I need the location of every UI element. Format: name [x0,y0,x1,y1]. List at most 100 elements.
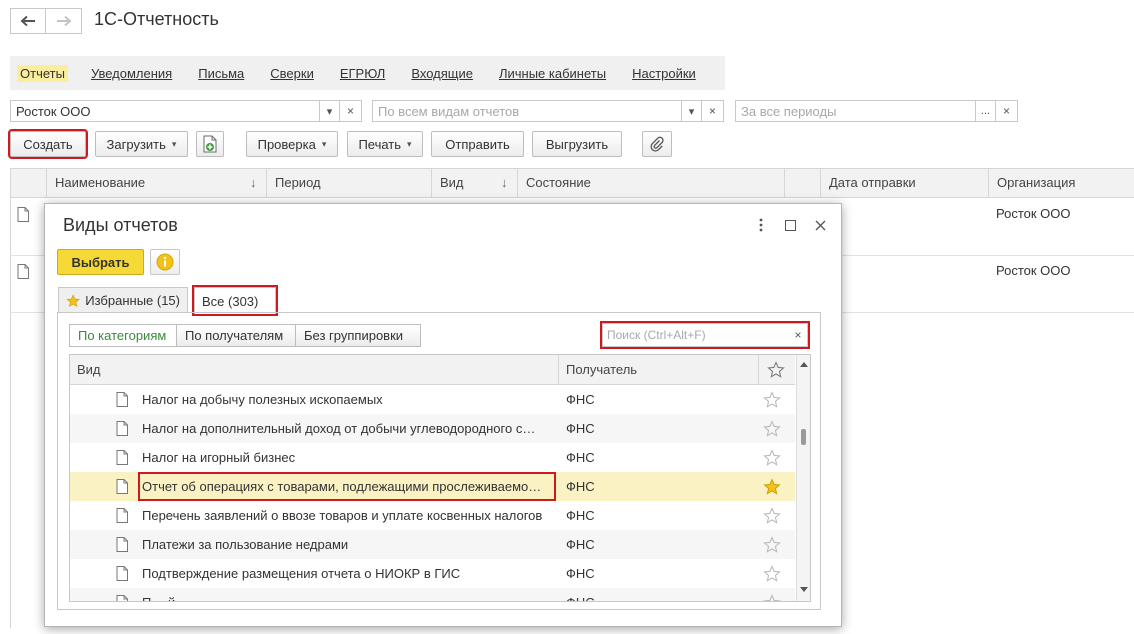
recipient-cell: ФНС [566,508,595,523]
check-button[interactable]: Проверка ▾ [246,131,338,157]
recipient-cell: ФНС [566,537,595,552]
maximize-button[interactable] [781,216,799,234]
period-clear-button[interactable]: × [996,100,1018,122]
tab-all[interactable]: Все (303) [192,285,278,316]
organization-clear-button[interactable]: × [340,100,362,122]
column-period[interactable]: Период [266,169,431,197]
list-item[interactable]: Перечень заявлений о ввозе товаров и упл… [70,501,795,530]
scroll-up-icon[interactable] [800,361,808,367]
load-label: Загрузить [106,136,166,152]
select-button[interactable]: Выбрать [57,249,144,275]
recipient-cell: ФНС [566,479,595,494]
grid-scrollbar[interactable] [796,355,810,601]
column-sent-date[interactable]: Дата отправки [820,169,988,197]
section-egrul[interactable]: ЕГРЮЛ [340,66,385,81]
section-settings[interactable]: Настройки [632,66,696,81]
app-title: 1С-Отчетность [94,9,219,29]
organization-select[interactable]: Росток ООО ▾ [10,100,340,122]
recipient-cell: ФНС [566,392,595,407]
search-clear-button[interactable]: × [789,324,807,346]
more-vertical-icon [759,218,763,232]
organization-cell: Росток ООО [996,263,1071,278]
organization-value: Росток ООО [16,104,91,119]
close-button[interactable] [811,216,829,234]
section-reports[interactable]: Отчеты [17,64,68,82]
list-item[interactable]: Налог на игорный бизнес ФНС [70,443,795,472]
column-flag[interactable] [784,169,820,197]
column-type-header[interactable]: Вид [70,355,558,384]
star-outline-icon [767,361,785,378]
chevron-down-icon[interactable]: ▾ [681,101,701,121]
group-by-recipient-button[interactable]: По получателям [176,324,296,347]
section-letters[interactable]: Письма [198,66,244,81]
export-button[interactable]: Выгрузить [532,131,622,157]
column-favorite-header[interactable] [758,355,795,384]
list-item[interactable]: Отчет об операциях с товарами, подлежащи… [70,472,795,501]
arrow-left-icon [20,15,35,27]
list-item[interactable]: Платежи за пользование недрами ФНС [70,530,795,559]
arrow-right-icon [56,15,71,27]
load-button[interactable]: Загрузить ▾ [95,131,188,157]
chevron-down-icon[interactable]: ▾ [319,101,339,121]
document-icon [116,392,128,407]
highlight-frame [138,472,556,501]
period-select[interactable]: За все периоды ... [735,100,996,122]
info-button[interactable] [150,249,180,275]
section-notifications[interactable]: Уведомления [91,66,172,81]
recipient-cell: ФНС [566,566,595,581]
grid-header: Вид Получатель [70,355,795,385]
column-recipient-header[interactable]: Получатель [558,355,758,384]
section-personal-accounts[interactable]: Личные кабинеты [499,66,606,81]
more-menu-button[interactable] [752,216,770,234]
favorite-star-icon[interactable] [763,594,781,602]
tab-panel-all: По категориям По получателям Без группир… [57,312,821,610]
report-type-name: Платежи за пользование недрами [142,537,349,552]
favorite-star-icon[interactable] [763,391,781,409]
report-types-dialog: Виды отчетов Выбрать Избранные (15) Все … [44,203,842,627]
back-button[interactable] [10,8,46,34]
report-type-clear-button[interactable]: × [702,100,724,122]
print-button[interactable]: Печать ▾ [347,131,423,157]
send-button[interactable]: Отправить [431,131,524,157]
favorite-star-icon[interactable] [763,536,781,554]
favorite-star-icon[interactable] [763,478,781,496]
recipient-cell: ФНС [566,588,716,601]
column-status[interactable]: Состояние [517,169,784,197]
ellipsis-button[interactable]: ... [975,101,995,121]
add-file-icon [203,135,217,153]
scroll-thumb[interactable] [801,429,806,445]
search-input[interactable] [603,324,789,346]
favorite-star-icon[interactable] [763,420,781,438]
create-button[interactable]: Создать [8,129,88,159]
favorite-star-icon[interactable] [763,565,781,583]
report-type-name: Подтверждение размещения отчета о НИОКР … [142,566,461,581]
dialog-title: Виды отчетов [63,215,178,235]
tab-favorites[interactable]: Избранные (15) [58,287,188,313]
no-grouping-button[interactable]: Без группировки [295,324,421,347]
report-type-select[interactable]: По всем видам отчетов ▾ [372,100,702,122]
list-item[interactable]: П… й ФНС [70,588,795,602]
section-incoming[interactable]: Входящие [411,66,473,81]
add-file-button[interactable] [196,131,224,157]
section-reconciliations[interactable]: Сверки [270,66,314,81]
list-item[interactable]: Налог на добычу полезных ископаемых ФНС [70,385,795,414]
sort-arrow-icon: ↓ [501,175,508,190]
favorite-star-icon[interactable] [763,507,781,525]
attach-button[interactable] [642,131,672,157]
list-item[interactable]: Подтверждение размещения отчета о НИОКР … [70,559,795,588]
group-by-category-button[interactable]: По категориям [69,324,177,347]
favorite-star-icon[interactable] [763,449,781,467]
scroll-down-icon[interactable] [800,587,808,593]
list-item[interactable]: Налог на дополнительный доход от добычи … [70,414,795,443]
tab-favorites-label: Избранные (15) [85,293,180,308]
sort-arrow-icon: ↓ [250,175,257,190]
period-placeholder: За все периоды [741,104,837,119]
print-label: Печать [358,136,402,152]
forward-button[interactable] [46,8,82,34]
document-icon [17,264,29,279]
column-organization[interactable]: Организация [988,169,1134,197]
column-name[interactable]: Наименование [46,169,266,197]
history-nav [10,8,82,34]
chevron-down-icon: ▾ [321,138,327,149]
maximize-icon [784,219,796,231]
